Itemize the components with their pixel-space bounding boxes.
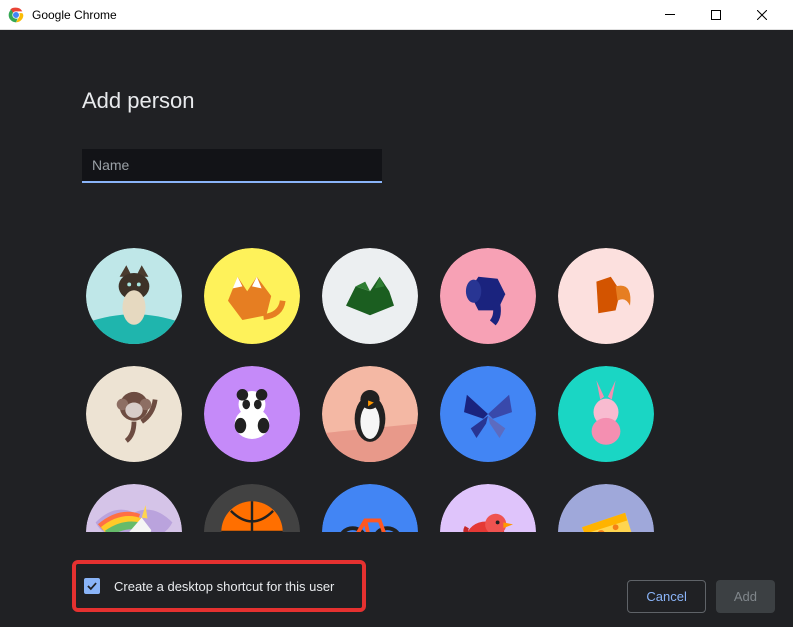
avatar-cat[interactable] [86,248,182,344]
avatar-panda[interactable] [204,366,300,462]
close-button[interactable] [739,0,785,30]
avatar-basketball[interactable] [204,484,300,532]
desktop-shortcut-label: Create a desktop shortcut for this user [114,579,334,594]
add-button[interactable]: Add [716,580,775,613]
avatar-monkey[interactable] [86,366,182,462]
avatar-elephant[interactable] [440,248,536,344]
titlebar: Google Chrome [0,0,793,30]
avatar-bird[interactable] [440,484,536,532]
avatar-fox[interactable] [204,248,300,344]
cancel-button[interactable]: Cancel [627,580,705,613]
avatar-rabbit[interactable] [558,366,654,462]
avatar-dragon[interactable] [322,248,418,344]
window-controls [647,0,785,30]
avatar-squirrel[interactable] [558,248,654,344]
chrome-logo-icon [8,7,24,23]
avatar-bicycle[interactable] [322,484,418,532]
avatar-scroll[interactable] [82,240,711,532]
avatar-penguin[interactable] [322,366,418,462]
avatar-cheese[interactable] [558,484,654,532]
maximize-button[interactable] [693,0,739,30]
desktop-shortcut-checkbox[interactable] [84,578,100,594]
avatar-butterfly[interactable] [440,366,536,462]
window-title: Google Chrome [32,8,647,22]
minimize-button[interactable] [647,0,693,30]
dialog-heading: Add person [82,88,711,114]
annotation-highlight: Create a desktop shortcut for this user [72,560,366,612]
name-input[interactable] [82,149,382,183]
dialog-buttons: Cancel Add [627,580,775,613]
avatar-grid [86,248,707,532]
avatar-unicorn[interactable] [86,484,182,532]
dialog-content: Add person [0,30,793,627]
